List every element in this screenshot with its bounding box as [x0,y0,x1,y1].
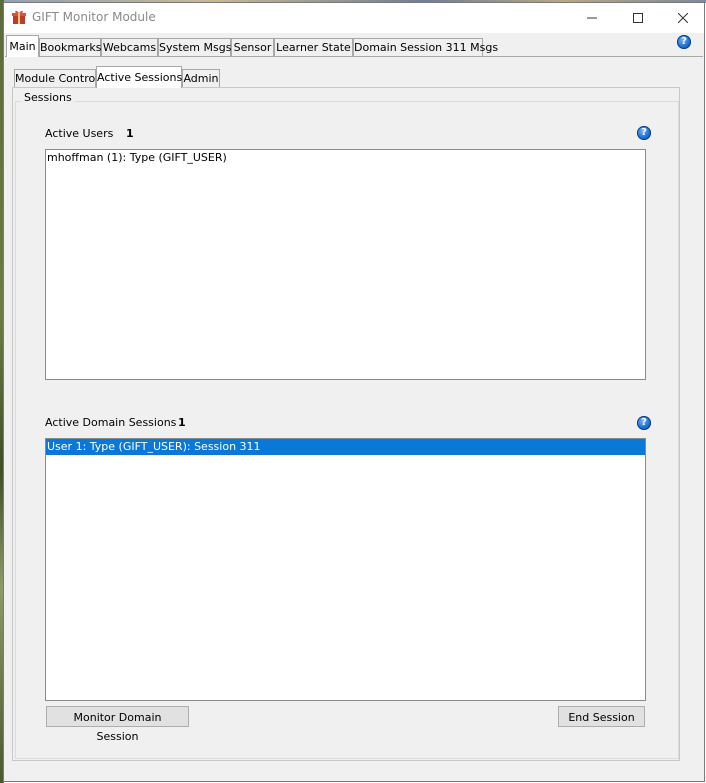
tab-webcams[interactable]: Webcams [101,38,158,56]
tab-system-msgs[interactable]: System Msgs [158,38,231,56]
tab-domain-session-311-msgs[interactable]: Domain Session 311 Msgs [353,38,498,56]
tab-main[interactable]: Main [6,35,39,57]
list-item[interactable]: User 1: Type (GIFT_USER): Session 311 [46,439,645,455]
active-users-count: 1 [126,127,134,140]
close-button[interactable] [660,3,706,33]
tab-module-control[interactable]: Module Control [14,69,98,87]
end-session-button[interactable]: End Session [558,706,645,727]
sessions-group-label: Sessions [21,91,75,104]
tab-bookmarks[interactable]: Bookmarks [39,38,101,56]
monitor-domain-session-button[interactable]: Monitor Domain Session [46,706,189,743]
active-users-help-icon[interactable]: ? [637,126,651,140]
help-icon[interactable]: ? [677,35,691,49]
active-domain-sessions-label: Active Domain Sessions [45,416,177,429]
title-bar: GIFT Monitor Module [4,3,704,33]
active-users-label: Active Users [45,127,114,140]
window-title: GIFT Monitor Module [32,10,156,24]
active-domain-sessions-list[interactable]: User 1: Type (GIFT_USER): Session 311 [45,438,646,701]
list-item[interactable]: mhoffman (1): Type (GIFT_USER) [46,150,645,166]
tab-admin[interactable]: Admin [182,69,220,87]
active-domain-sessions-count: 1 [178,416,186,429]
active-users-list[interactable]: mhoffman (1): Type (GIFT_USER) [45,149,646,380]
tab-sensor[interactable]: Sensor [231,38,274,56]
active-domain-sessions-help-icon[interactable]: ? [637,416,651,430]
gift-box-icon [11,9,27,25]
maximize-button[interactable] [615,3,661,33]
minimize-button[interactable] [569,3,615,33]
tab-learner-state[interactable]: Learner State [274,38,353,56]
tab-active-sessions[interactable]: Active Sessions [96,66,182,88]
app-window: GIFT Monitor Module Main Bookmarks Webca… [3,2,705,782]
